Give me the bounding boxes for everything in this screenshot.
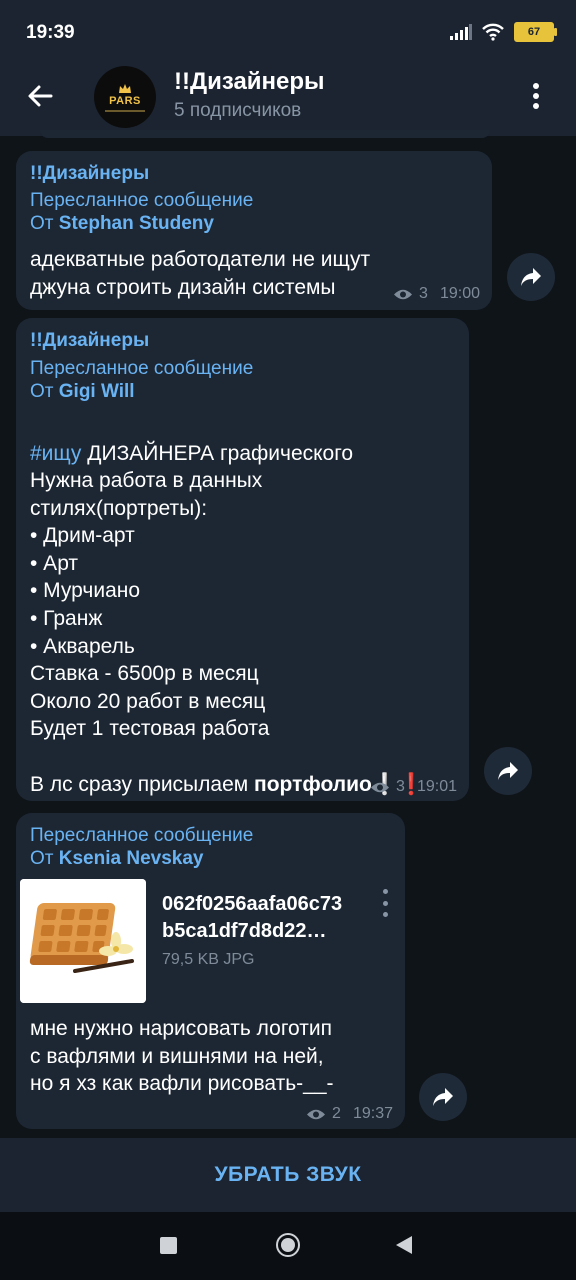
wifi-icon <box>482 23 504 41</box>
status-time: 19:39 <box>26 22 75 43</box>
forward-from[interactable]: От Ksenia Nevskay <box>30 848 203 870</box>
share-arrow-icon <box>521 268 541 286</box>
hashtag-link[interactable]: #ищу <box>30 442 81 465</box>
dot-icon <box>382 889 388 894</box>
more-vertical-icon <box>533 83 539 109</box>
eye-icon <box>371 782 390 792</box>
crown-logo-icon <box>119 83 131 93</box>
message-bubble[interactable]: Пересланное сообщение От Ksenia Nevskay <box>16 813 405 1129</box>
message-bubble[interactable]: !!Дизайнеры Пересланное сообщение От Ste… <box>16 151 492 310</box>
forward-label: Пересланное сообщение <box>30 825 254 846</box>
share-arrow-icon <box>433 1088 453 1106</box>
message-time: 19:01 <box>416 778 457 795</box>
chat-title[interactable]: !!Дизайнеры <box>174 68 325 96</box>
file-menu-button[interactable] <box>378 889 392 917</box>
share-button[interactable] <box>507 253 555 301</box>
message-time: 19:37 <box>352 1105 393 1122</box>
forward-label: Пересланное сообщение <box>30 190 254 211</box>
back-button[interactable] <box>18 74 62 118</box>
mute-bar: УБРАТЬ ЗВУК <box>0 1138 576 1212</box>
status-icons: 67 <box>450 22 557 42</box>
waffle-image-icon <box>20 879 146 1003</box>
dot-icon <box>382 912 388 917</box>
view-count: 3 <box>419 285 428 302</box>
from-prefix: От <box>30 213 54 234</box>
from-name[interactable]: Ksenia Nevskay <box>59 848 204 869</box>
home-button[interactable] <box>276 1233 300 1257</box>
view-count: 2 <box>332 1105 341 1122</box>
message-time: 19:00 <box>439 285 480 302</box>
file-thumbnail[interactable] <box>20 879 146 1003</box>
more-menu-button[interactable] <box>514 74 558 118</box>
battery-icon: 67 <box>514 22 557 42</box>
avatar-underline <box>105 109 145 112</box>
forward-channel[interactable]: !!Дизайнеры <box>30 163 149 185</box>
dot-icon <box>382 900 388 906</box>
message-first-line: #ищу ДИЗАЙНЕРА графического <box>30 412 353 467</box>
message-last-line: В лс сразу присылаем портфолио❕❗ <box>30 743 424 798</box>
message-meta: 2 19:37 <box>306 1105 393 1123</box>
from-prefix: От <box>30 848 54 869</box>
previous-message-edge <box>40 130 490 138</box>
last-line-prefix: В лс сразу присылаем <box>30 772 255 796</box>
from-prefix: От <box>30 381 54 402</box>
avatar-text: PARS <box>109 94 141 107</box>
view-count: 3 <box>396 778 405 795</box>
message-bubble[interactable]: !!Дизайнеры Пересланное сообщение От Gig… <box>16 318 469 801</box>
forward-channel[interactable]: !!Дизайнеры <box>30 330 149 352</box>
app-bar: PARS !!Дизайнеры 5 подписчиков <box>0 56 576 136</box>
system-nav-bar <box>0 1212 576 1280</box>
signal-icon <box>450 24 472 40</box>
message-text: мне нужно нарисовать логотип с вафлями и… <box>30 1017 334 1096</box>
last-line-bold: портфолио <box>254 772 372 796</box>
status-bar: 19:39 67 <box>0 0 576 56</box>
home-icon <box>281 1238 295 1252</box>
file-size: 79,5 KB JPG <box>162 951 255 968</box>
share-button[interactable] <box>419 1073 467 1121</box>
subscriber-count: 5 подписчиков <box>174 100 302 121</box>
message-text: Нужна работа в данных стилях(портреты): … <box>30 469 270 741</box>
file-name[interactable]: 062f0256aafa06c73 b5ca1df7d8d22… <box>162 891 372 945</box>
arrow-left-icon <box>28 85 53 107</box>
from-name[interactable]: Stephan Studeny <box>59 213 214 234</box>
channel-avatar[interactable]: PARS <box>94 66 156 128</box>
forward-from[interactable]: От Stephan Studeny <box>30 213 214 235</box>
message-text: адекватные работодатели не ищут джуна ст… <box>30 248 371 299</box>
recents-button[interactable] <box>160 1237 177 1254</box>
system-back-button[interactable] <box>396 1236 412 1254</box>
forward-label: Пересланное сообщение <box>30 358 254 379</box>
eye-icon <box>394 289 413 299</box>
share-arrow-icon <box>498 762 518 780</box>
first-line-text: ДИЗАЙНЕРА графического <box>81 441 354 465</box>
share-button[interactable] <box>484 747 532 795</box>
message-meta: 3 19:00 <box>393 285 480 303</box>
forward-from[interactable]: От Gigi Will <box>30 381 135 403</box>
mute-button[interactable]: УБРАТЬ ЗВУК <box>214 1163 361 1187</box>
eye-icon <box>307 1109 326 1119</box>
from-name[interactable]: Gigi Will <box>59 381 135 402</box>
message-meta: 3 19:01 <box>370 778 457 796</box>
